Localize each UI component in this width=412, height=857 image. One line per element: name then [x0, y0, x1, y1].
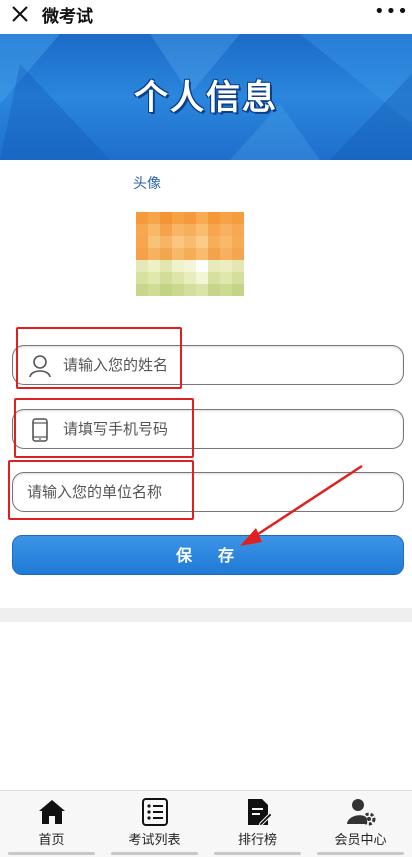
- avatar-pixel: [196, 260, 208, 272]
- avatar-pixel: [148, 248, 160, 260]
- avatar-pixel: [232, 224, 244, 236]
- avatar-pixel: [196, 212, 208, 224]
- avatar-pixel: [232, 248, 244, 260]
- save-button[interactable]: 保存: [12, 535, 404, 575]
- avatar-pixel: [220, 284, 232, 296]
- member-center-icon: [346, 799, 375, 826]
- avatar-pixel: [136, 248, 148, 260]
- tab-ranking[interactable]: 排行榜: [206, 791, 309, 857]
- avatar-pixel: [160, 212, 172, 224]
- avatar-pixel: [208, 236, 220, 248]
- ranking-icon: [247, 799, 273, 827]
- avatar-pixel: [220, 212, 232, 224]
- tab-label: 会员中心: [334, 833, 387, 848]
- avatar-pixel: [136, 212, 148, 224]
- avatar-pixel: [172, 260, 184, 272]
- tab-underline: [8, 852, 95, 855]
- avatar-pixel: [184, 248, 196, 260]
- avatar-pixel: [160, 260, 172, 272]
- tab-home[interactable]: 首页: [0, 791, 103, 857]
- tab-underline: [317, 852, 404, 855]
- section-divider: [0, 608, 412, 622]
- avatar-label: 头像: [133, 176, 161, 192]
- avatar-pixel: [208, 260, 220, 272]
- avatar-pixel: [232, 212, 244, 224]
- page-title: 个人信息: [134, 78, 278, 118]
- avatar-pixel: [136, 260, 148, 272]
- avatar-pixel: [184, 212, 196, 224]
- home-icon: [38, 800, 65, 824]
- avatar-pixel: [148, 272, 160, 284]
- avatar-pixel: [148, 260, 160, 272]
- avatar-pixel: [136, 272, 148, 284]
- avatar-pixel: [160, 284, 172, 296]
- avatar-pixel: [184, 224, 196, 236]
- avatar-pixel: [232, 272, 244, 284]
- avatar-pixel: [196, 248, 208, 260]
- close-icon[interactable]: [10, 4, 30, 24]
- avatar-pixel: [160, 224, 172, 236]
- avatar-pixel: [220, 236, 232, 248]
- avatar-pixel: [136, 284, 148, 296]
- tab-label: 考试列表: [128, 833, 181, 848]
- avatar-pixel: [184, 272, 196, 284]
- avatar-pixel: [220, 272, 232, 284]
- avatar-pixel: [196, 224, 208, 236]
- avatar-pixel: [136, 236, 148, 248]
- annotation-box-name: [16, 327, 182, 389]
- tab-exam-list[interactable]: 考试列表: [103, 791, 206, 857]
- avatar-pixel: [148, 224, 160, 236]
- avatar-pixel: [232, 260, 244, 272]
- bottom-tab-bar: 首页 考试列表 排行榜 会员中心: [0, 790, 412, 857]
- avatar-pixel: [172, 248, 184, 260]
- tab-label: 排行榜: [237, 833, 277, 848]
- avatar-pixel: [160, 272, 172, 284]
- avatar-pixel: [148, 236, 160, 248]
- avatar-pixel: [172, 272, 184, 284]
- avatar-pixel: [148, 212, 160, 224]
- avatar-pixel: [208, 272, 220, 284]
- avatar-pixel: [232, 236, 244, 248]
- avatar-pixel: [196, 272, 208, 284]
- avatar-pixel: [196, 284, 208, 296]
- avatar-pixel: [208, 248, 220, 260]
- avatar-pixel: [232, 284, 244, 296]
- tab-member-center[interactable]: 会员中心: [309, 791, 412, 857]
- avatar-pixel: [172, 236, 184, 248]
- annotation-box-phone: [14, 398, 194, 458]
- avatar-pixel: [184, 260, 196, 272]
- page-banner: 个人信息: [0, 34, 412, 160]
- avatar-pixel: [208, 284, 220, 296]
- tab-underline: [214, 852, 301, 855]
- list-icon: [141, 798, 168, 826]
- title-bar: 微考试 •••: [0, 0, 412, 28]
- avatar-pixel: [172, 212, 184, 224]
- avatar-pixel: [172, 284, 184, 296]
- tab-label: 首页: [38, 833, 65, 848]
- avatar-pixel: [148, 284, 160, 296]
- avatar[interactable]: [136, 212, 244, 296]
- avatar-pixel: [208, 212, 220, 224]
- avatar-pixel: [208, 224, 220, 236]
- avatar-pixel: [184, 284, 196, 296]
- avatar-pixel: [220, 248, 232, 260]
- avatar-pixel: [220, 224, 232, 236]
- avatar-pixel: [172, 224, 184, 236]
- more-dots-icon[interactable]: •••: [374, 3, 408, 24]
- tab-underline: [111, 852, 198, 855]
- app-title: 微考试: [42, 7, 93, 27]
- avatar-pixel: [160, 248, 172, 260]
- avatar-pixel: [184, 236, 196, 248]
- annotation-box-unit: [8, 460, 194, 520]
- avatar-pixel: [136, 224, 148, 236]
- avatar-pixel: [160, 236, 172, 248]
- avatar-pixel: [196, 236, 208, 248]
- avatar-pixel: [220, 260, 232, 272]
